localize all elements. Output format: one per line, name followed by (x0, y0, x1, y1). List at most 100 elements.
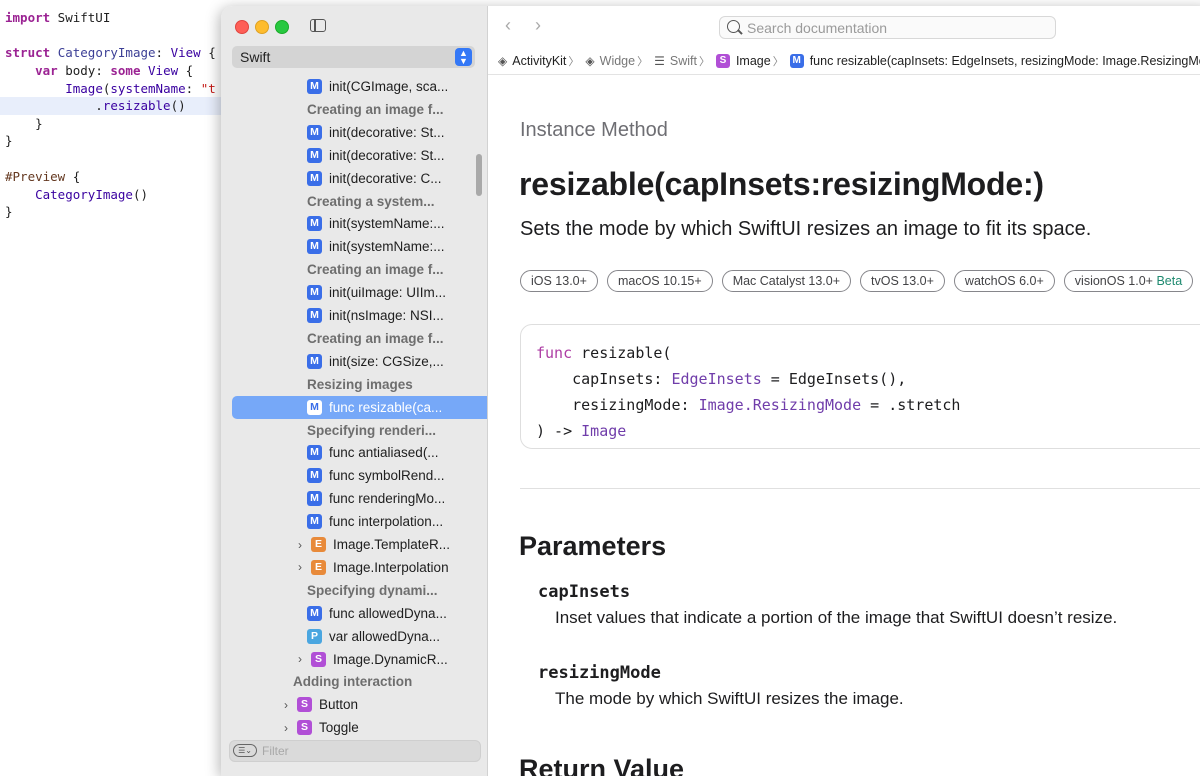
search-documentation-input[interactable]: Search documentation (719, 16, 1056, 39)
symbol-kind-label: Instance Method (520, 119, 668, 141)
type-link[interactable]: Image (699, 396, 744, 414)
sidebar-item[interactable]: Minit(uiImage: UIIm... (307, 281, 446, 304)
abstract: Sets the mode by which SwiftUI resizes a… (520, 218, 1092, 240)
type-link[interactable]: EdgeInsets (671, 370, 761, 388)
sidebar-item[interactable]: Minit(nsImage: NSI... (307, 304, 444, 327)
platform-pill-label: visionOS 1.0+ (1074, 274, 1153, 288)
sidebar-item[interactable]: Mfunc allowedDyna... (307, 602, 447, 625)
disclosure-chevron-icon[interactable]: › (293, 652, 307, 666)
platform-pill[interactable]: tvOS 13.0+ (860, 270, 945, 292)
structure-badge-icon: S (715, 54, 730, 68)
language-selector[interactable]: Swift ▲ ▼ (232, 46, 475, 68)
code-line: } (5, 116, 43, 131)
method-badge-icon: M (307, 216, 322, 232)
platform-pill[interactable]: iOS 13.0+ (520, 270, 598, 292)
sidebar-item[interactable]: Minit(decorative: St... (307, 121, 445, 144)
code-line: .resizable() (5, 98, 186, 113)
sidebar-item-selected[interactable]: Mfunc resizable(ca... (232, 395, 487, 419)
sidebar-item-label: init(CGImage, sca... (329, 79, 449, 94)
sidebar-item-label: Adding interaction (293, 674, 413, 690)
sidebar-item-label: init(decorative: St... (329, 147, 445, 163)
sidebar-item[interactable]: Mfunc renderingMo... (307, 487, 445, 510)
disclosure-chevron-icon[interactable]: › (293, 560, 307, 574)
platform-pill-visionos[interactable]: visionOS 1.0+ Beta (1063, 270, 1194, 292)
platform-availability: iOS 13.0+ macOS 10.15+ Mac Catalyst 13.0… (520, 270, 1194, 292)
method-badge-icon: M (307, 399, 322, 415)
sidebar-item[interactable]: Mfunc antialiased(... (307, 441, 439, 464)
sidebar-item-label: func interpolation... (329, 514, 444, 530)
sidebar-item[interactable]: › S Image.DynamicR... (293, 648, 448, 671)
filter-field[interactable]: ☰⌄ Filter (229, 740, 481, 762)
sidebar-item-label: Image.DynamicR... (333, 651, 448, 667)
sidebar-section-header: Resizing images (307, 373, 413, 396)
breadcrumb: ◈ ActivityKit 〉 ◈ Widg⁠e 〉 ☰ Swift⁠ 〉 S … (498, 53, 1200, 69)
parameter-description: The mode by which SwiftUI resizes the im… (555, 689, 904, 708)
sidebar-item-label: Button (319, 697, 359, 713)
sidebar-item-label: Creating an image f... (307, 330, 444, 346)
sidebar-item-label: init(systemName:... (329, 239, 445, 255)
sidebar-item-label: Creating an image f... (307, 262, 444, 278)
method-badge-icon: M (307, 605, 322, 621)
breadcrumb-item[interactable]: ☰ Swift⁠ 〉 (654, 53, 716, 69)
sidebar-item[interactable]: Minit(size: CGSize,... (307, 350, 444, 373)
sidebar-item[interactable]: › E Image.TemplateR... (293, 533, 450, 556)
search-icon (727, 20, 740, 33)
filter-options-icon[interactable]: ☰⌄ (233, 744, 257, 757)
breadcrumb-item-current[interactable]: M func resizable(capInsets: EdgeInsets, … (789, 54, 1200, 68)
search-placeholder: Search documentation (747, 20, 888, 36)
property-badge-icon: P (307, 628, 322, 644)
sidebar-item[interactable]: Pvar allowedDyna... (307, 625, 440, 648)
zoom-window-button[interactable] (275, 20, 289, 34)
back-button[interactable]: ‹ (505, 15, 511, 36)
method-badge-icon: M (307, 285, 322, 301)
documentation-window: Swift ▲ ▼ Minit(CGImage, sca... Creating a… (221, 6, 1200, 776)
breadcrumb-item[interactable]: S Image 〉 (715, 53, 790, 69)
sidebar-item[interactable]: Minit(CGImage, sca... (307, 75, 448, 98)
sidebar-item-label: Specifying renderi... (307, 422, 437, 438)
platform-pill[interactable]: watchOS 6.0+ (953, 270, 1055, 292)
sidebar-item[interactable]: › S Toggle (279, 716, 359, 738)
declaration-line: capInsets: EdgeInsets = EdgeInsets(), (536, 370, 907, 388)
sidebar-item[interactable]: Mfunc symbolRend... (307, 464, 445, 487)
code-line: } (5, 133, 13, 148)
sidebar-toggle-icon[interactable] (310, 19, 326, 32)
sidebar-item[interactable]: Minit(decorative: C... (307, 167, 442, 190)
sidebar-item[interactable]: › S Button (279, 693, 358, 716)
breadcrumb-item[interactable]: ◈ ActivityKit 〉 (498, 53, 585, 69)
platform-pill[interactable]: Mac Catalyst 13.0+ (721, 270, 852, 292)
platform-pill[interactable]: macOS 10.15+ (606, 270, 713, 292)
navigator-tree[interactable]: Minit(CGImage, sca... Creating an image f… (221, 75, 487, 738)
code-line: } (5, 204, 13, 219)
close-window-button[interactable] (235, 20, 249, 34)
breadcrumb-item[interactable]: ◈ Widg⁠e 〉 (585, 53, 654, 69)
structure-badge-icon: S (297, 697, 312, 713)
forward-button[interactable]: › (535, 15, 541, 36)
framework-stack-icon: ◈ (498, 54, 508, 68)
sidebar-item-label: init(decorative: St... (329, 124, 445, 140)
sidebar-item[interactable]: Minit(systemName:... (307, 235, 445, 258)
chevron-right-icon: 〉 (637, 56, 649, 68)
method-badge-icon: M (307, 170, 322, 186)
sidebar-item[interactable]: Mfunc interpolation... (307, 510, 443, 533)
declaration-code-block: func resizable( capInsets: EdgeInsets = … (520, 324, 1200, 449)
minimize-window-button[interactable] (255, 20, 269, 34)
disclosure-chevron-icon[interactable]: › (279, 698, 293, 712)
navigator-sidebar: Swift ▲ ▼ Minit(CGImage, sca... Creating a… (221, 6, 488, 776)
breadcrumb-label: Swift⁠ (669, 54, 697, 68)
sidebar-item-label: func resizable(ca... (329, 399, 443, 415)
declaration-line: resizingMode: Image.ResizingMode = .stre… (536, 396, 961, 414)
sidebar-item[interactable]: Minit(systemName:... (307, 212, 445, 235)
sidebar-item[interactable]: › E Image.Interpolation (293, 556, 449, 579)
scrollbar-thumb[interactable] (476, 154, 482, 196)
disclosure-chevron-icon[interactable]: › (293, 538, 307, 552)
sidebar-item[interactable]: Minit(decorative: St... (307, 144, 445, 167)
type-link[interactable]: Image (581, 422, 626, 440)
framework-stack-icon: ◈ (585, 54, 595, 68)
disclosure-chevron-icon[interactable]: › (279, 721, 293, 735)
chevron-up-down-icon: ▲ ▼ (455, 48, 472, 66)
sidebar-item-label: Image.Interpolation (333, 559, 449, 575)
code-line: Image(systemName: "t (65, 81, 216, 96)
type-link[interactable]: ResizingMode (753, 396, 861, 414)
method-badge-icon: M (307, 514, 322, 530)
code-editor[interactable]: import SwiftUI struct CategoryImage: Vie… (0, 0, 240, 773)
